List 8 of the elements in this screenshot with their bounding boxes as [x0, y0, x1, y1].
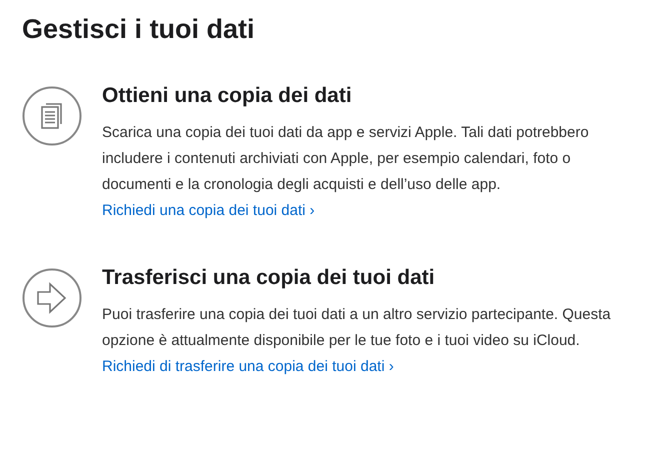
request-link[interactable]: Richiedi una copia dei tuoi dati › [102, 198, 315, 224]
request-link[interactable]: Richiedi di trasferire una copia dei tuoi dati › [102, 354, 394, 380]
section-description: Puoi trasferire una copia dei tuoi dati a un altro servizio partecipante. Questa opzione è attualmente disponibile per le tue foto e i tuoi video su iCloud. [102, 305, 612, 351]
documents-icon [22, 86, 82, 146]
section-heading: Trasferisci una copia dei tuoi dati [102, 265, 436, 291]
section-heading: Ottieni una copia dei dati [102, 83, 353, 109]
page-title: Gestisci i tuoi dati [22, 13, 256, 46]
section-description: Scarica una copia dei tuoi dati da app e servizi Apple. Tali dati potrebbero includere i contenuti archiviati con Apple, per esempio calendari, foto o documenti e la cronologia degli acquisti e dell’uso delle app. [102, 123, 590, 195]
